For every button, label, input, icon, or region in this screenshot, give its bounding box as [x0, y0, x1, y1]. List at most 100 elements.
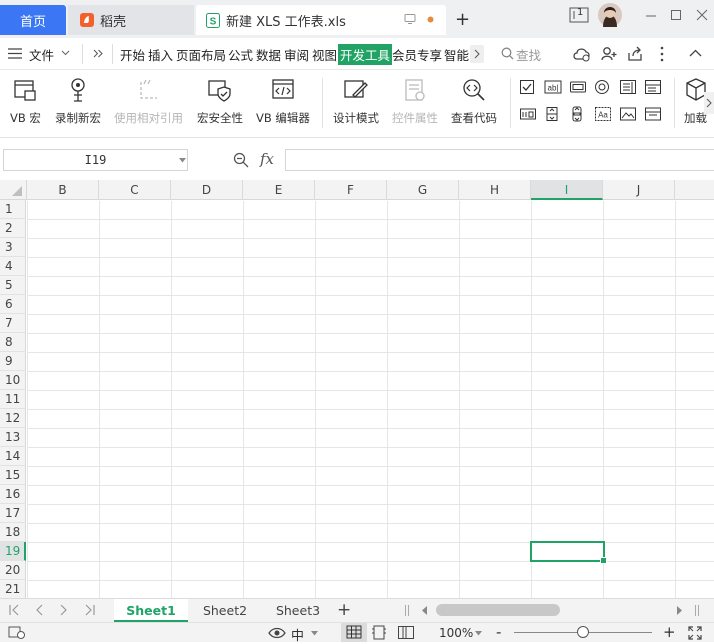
row-header-3[interactable]: 3 [0, 238, 26, 257]
hamburger-menu-icon[interactable] [8, 48, 22, 59]
input-method-indicator[interactable]: 中 [291, 625, 304, 644]
new-tab-button[interactable]: + [455, 9, 470, 30]
record-macro-button[interactable]: 录制新宏 [55, 76, 101, 126]
add-user-icon[interactable] [601, 46, 617, 62]
column-header-h[interactable]: H [459, 180, 531, 200]
row-header-8[interactable]: 8 [0, 333, 26, 352]
scroll-split-handle[interactable] [405, 605, 409, 616]
menu-review[interactable]: 审阅 [284, 45, 309, 64]
row-header-13[interactable]: 13 [0, 428, 26, 447]
picture-control-icon[interactable] [619, 106, 637, 122]
select-all-button[interactable] [0, 180, 27, 200]
column-header-c[interactable]: C [99, 180, 171, 200]
chevron-down-icon[interactable] [311, 631, 318, 636]
active-cell-selection[interactable] [530, 541, 607, 564]
image-control-icon[interactable] [519, 106, 537, 122]
column-header-b[interactable]: B [27, 180, 99, 200]
frame-control-icon[interactable] [644, 106, 662, 122]
share-icon[interactable] [627, 46, 643, 62]
tab-document[interactable]: S 新建 XLS 工作表.xls [196, 5, 446, 35]
checkbox-control-icon[interactable] [519, 79, 537, 95]
textbox-control-icon[interactable]: ab| [544, 79, 562, 95]
search-label[interactable]: 查找 [516, 45, 541, 64]
scrollbar-control-icon[interactable] [569, 106, 587, 122]
row-header-18[interactable]: 18 [0, 523, 26, 542]
menu-scroll-right-button[interactable] [470, 45, 484, 63]
page-layout-view-icon[interactable] [371, 625, 387, 640]
row-header-16[interactable]: 16 [0, 485, 26, 504]
combobox-control-icon[interactable] [644, 79, 662, 95]
design-mode-button[interactable]: 设计模式 [333, 76, 379, 126]
row-header-9[interactable]: 9 [0, 352, 26, 371]
row-header-20[interactable]: 20 [0, 561, 26, 580]
row-header-14[interactable]: 14 [0, 447, 26, 466]
normal-view-button[interactable] [341, 623, 367, 642]
vb-macro-button[interactable]: VB 宏 [10, 76, 41, 126]
column-header-j[interactable]: J [603, 180, 675, 200]
row-header-19[interactable]: 19 [0, 542, 26, 561]
cell-area[interactable] [27, 201, 714, 598]
macro-security-button[interactable]: 宏安全性 [197, 76, 243, 126]
first-sheet-icon[interactable] [8, 603, 20, 617]
menu-start[interactable]: 开始 [120, 45, 145, 64]
row-header-1[interactable]: 1 [0, 200, 26, 219]
sheet-tab-sheet2[interactable]: Sheet2 [188, 599, 262, 622]
control-properties-button[interactable]: 控件属性 [392, 76, 438, 126]
scroll-split-handle[interactable] [695, 605, 699, 616]
zoom-dropdown-icon[interactable] [475, 631, 482, 636]
minimize-icon[interactable] [645, 10, 657, 22]
view-code-button[interactable]: 查看代码 [451, 76, 497, 126]
row-header-11[interactable]: 11 [0, 390, 26, 409]
row-header-2[interactable]: 2 [0, 219, 26, 238]
tab-home[interactable]: 首页 [0, 5, 66, 35]
listbox-control-icon[interactable] [619, 79, 637, 95]
row-header-15[interactable]: 15 [0, 466, 26, 485]
column-header-g[interactable]: G [387, 180, 459, 200]
tab-daoke[interactable]: 稻壳 [68, 5, 194, 35]
cloud-sync-icon[interactable] [573, 46, 591, 62]
menu-view[interactable]: 视图 [312, 45, 337, 64]
prev-sheet-icon[interactable] [33, 603, 45, 617]
button-control-icon[interactable] [569, 79, 587, 95]
vb-editor-button[interactable]: VB 编辑器 [256, 76, 310, 126]
column-header-f[interactable]: F [315, 180, 387, 200]
formula-input[interactable] [285, 149, 714, 171]
add-sheet-button[interactable]: + [337, 600, 351, 620]
menu-file[interactable]: 文件 [29, 45, 54, 64]
collapse-ribbon-icon[interactable] [689, 49, 702, 57]
menu-member[interactable]: 会员专享 [392, 45, 442, 64]
column-header-i[interactable]: I [531, 180, 603, 200]
macro-recording-icon[interactable] [8, 626, 26, 640]
row-header-5[interactable]: 5 [0, 276, 26, 295]
screen-icon[interactable] [404, 13, 416, 25]
chevron-down-icon[interactable] [61, 50, 70, 56]
name-box[interactable]: I19 [3, 149, 188, 171]
row-header-17[interactable]: 17 [0, 504, 26, 523]
zoom-out-button[interactable]: - [496, 623, 501, 641]
relative-reference-button[interactable]: 使用相对引用 [114, 76, 183, 126]
zoom-slider-thumb[interactable] [577, 626, 589, 638]
scroll-right-arrow-icon[interactable] [676, 606, 682, 615]
radio-control-icon[interactable] [594, 79, 612, 95]
label-control-icon[interactable]: Aa [594, 106, 612, 122]
maximize-icon[interactable] [670, 9, 682, 21]
row-header-10[interactable]: 10 [0, 371, 26, 390]
column-header-e[interactable]: E [243, 180, 315, 200]
search-icon[interactable] [501, 47, 514, 60]
column-header-d[interactable]: D [171, 180, 243, 200]
page-break-view-icon[interactable] [397, 625, 415, 640]
row-header-21[interactable]: 21 [0, 580, 26, 598]
more-options-icon[interactable] [660, 46, 664, 62]
ribbon-scroll-right-button[interactable] [704, 92, 714, 114]
zoom-level-display[interactable]: 100% [439, 626, 473, 640]
spinner-control-icon[interactable] [544, 106, 562, 122]
eye-protection-icon[interactable] [268, 626, 286, 640]
menu-page-layout[interactable]: 页面布局 [176, 45, 226, 64]
zoom-in-button[interactable]: + [663, 623, 676, 641]
row-header-6[interactable]: 6 [0, 295, 26, 314]
menu-formula[interactable]: 公式 [228, 45, 253, 64]
double-chevron-right-icon[interactable] [93, 49, 103, 58]
sheet-tab-sheet1[interactable]: Sheet1 [114, 599, 188, 622]
row-header-7[interactable]: 7 [0, 314, 26, 333]
next-sheet-icon[interactable] [58, 603, 70, 617]
